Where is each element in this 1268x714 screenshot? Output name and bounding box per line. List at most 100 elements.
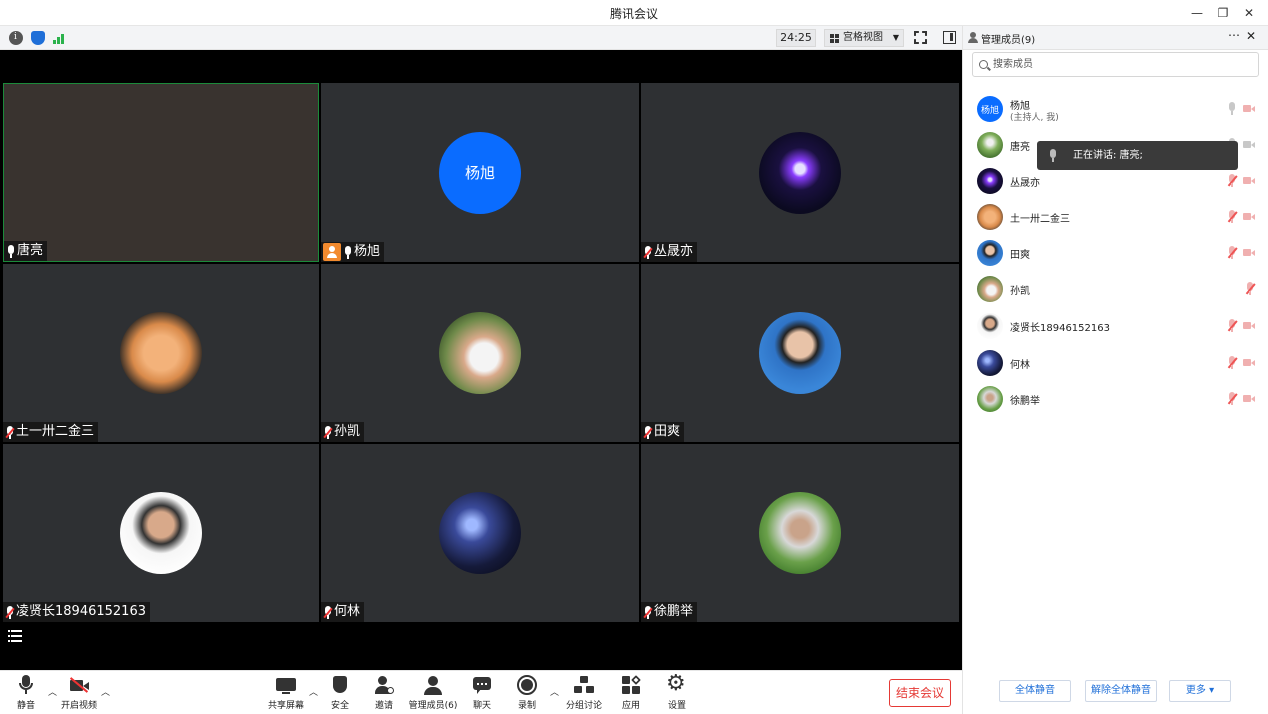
restore-button[interactable]: ❐ (1210, 0, 1236, 26)
video-tile[interactable]: 唐亮 (3, 83, 319, 262)
apps-button[interactable]: 应用 (607, 675, 655, 711)
avatar (759, 131, 841, 214)
member-name: 丛晟亦 (1010, 178, 1040, 189)
security-shield-icon[interactable] (31, 31, 45, 45)
member-item[interactable]: 田爽 (977, 238, 1267, 268)
video-off-icon[interactable] (1243, 176, 1255, 185)
participant-namebar: 杨旭 (321, 242, 385, 262)
list-icon[interactable] (8, 630, 24, 642)
participant-namebar: 丛晟亦 (641, 242, 698, 262)
minimize-button[interactable]: — (1184, 0, 1210, 26)
member-item[interactable]: 孙凯 (977, 274, 1267, 304)
close-panel-icon[interactable]: ✕ (1246, 29, 1256, 43)
video-tile[interactable]: 孙凯 (321, 264, 639, 442)
video-off-icon[interactable] (1243, 394, 1255, 403)
video-off-icon[interactable] (1243, 321, 1255, 330)
search-members-input[interactable]: 搜索成员 (972, 52, 1259, 77)
record-label: 录制 (517, 701, 536, 711)
video-tile[interactable]: 土一卅二金三 (3, 264, 319, 442)
participant-name: 凌贤长18946152163 (16, 604, 146, 619)
manage-members-button[interactable]: 管理成员(6) (408, 675, 458, 711)
member-item[interactable]: 土一卅二金三 (977, 202, 1267, 232)
record-options-chevron-icon[interactable]: ︿ (550, 685, 559, 698)
video-off-icon[interactable] (1243, 140, 1255, 149)
window-title: 腾讯会议 (609, 7, 658, 21)
participant-name: 唐亮 (17, 243, 44, 258)
member-item[interactable]: 杨旭 杨旭 (主持人, 我) (977, 94, 1267, 124)
invite-button[interactable]: 邀请 (360, 675, 408, 711)
settings-button[interactable]: ⚙ 设置 (653, 671, 701, 711)
avatar (977, 132, 1003, 158)
participant-namebar: 孙凯 (321, 422, 365, 442)
member-item[interactable]: 何林 (977, 348, 1267, 378)
breakout-icon (574, 675, 594, 695)
close-button[interactable]: ✕ (1236, 0, 1262, 26)
mute-button[interactable]: 静音 (2, 675, 50, 711)
member-name: 何林 (1010, 360, 1030, 371)
video-tile[interactable]: 何林 (321, 444, 639, 622)
mic-muted-icon[interactable] (1227, 319, 1238, 332)
participant-namebar: 徐鹏举 (641, 602, 698, 622)
video-off-icon[interactable] (1243, 248, 1255, 257)
invite-label: 邀请 (374, 701, 393, 711)
start-video-button[interactable]: 开启视频 (55, 675, 103, 711)
gear-icon: ⚙ (666, 671, 686, 696)
video-off-icon[interactable] (1243, 212, 1255, 221)
mic-muted-icon[interactable] (1245, 282, 1256, 295)
member-name: 田爽 (1010, 250, 1030, 261)
participant-namebar: 唐亮 (4, 241, 48, 261)
chat-button[interactable]: 聊天 (458, 675, 506, 711)
search-placeholder: 搜索成员 (993, 59, 1033, 70)
more-options-icon[interactable]: ⋯ (1228, 28, 1240, 42)
avatar (120, 312, 202, 394)
more-button[interactable]: 更多 ▾ (1169, 680, 1231, 702)
info-icon[interactable]: i (9, 31, 23, 45)
mic-muted-icon[interactable] (1227, 210, 1238, 223)
window-controls: — ❐ ✕ (1184, 0, 1262, 26)
video-off-icon[interactable] (1243, 358, 1255, 367)
video-tile[interactable]: 凌贤长18946152163 (3, 444, 319, 622)
unmute-all-button[interactable]: 解除全体静音 (1085, 680, 1157, 702)
fullscreen-icon[interactable] (914, 31, 927, 44)
video-options-chevron-icon[interactable]: ︿ (101, 685, 110, 698)
mic-muted-icon[interactable] (1227, 174, 1238, 187)
video-off-icon (69, 675, 89, 695)
view-selector[interactable]: 宫格视图 ▼ (824, 29, 904, 47)
mic-icon (343, 245, 353, 259)
breakout-rooms-label: 分组讨论 (565, 701, 602, 711)
video-tile[interactable]: 徐鹏举 (641, 444, 959, 622)
person-icon (968, 32, 978, 43)
member-name: 土一卅二金三 (1010, 214, 1070, 225)
sidebar-toggle-icon[interactable] (943, 31, 956, 44)
record-button[interactable]: 录制 (503, 675, 551, 711)
signal-icon[interactable] (53, 32, 67, 44)
mic-muted-icon[interactable] (1227, 356, 1238, 369)
mute-label: 静音 (16, 701, 35, 711)
security-label: 安全 (330, 701, 349, 711)
member-item[interactable]: 丛晟亦 (977, 166, 1267, 196)
mic-muted-icon[interactable] (1227, 392, 1238, 405)
video-off-icon[interactable] (1243, 104, 1255, 113)
mute-all-button[interactable]: 全体静音 (999, 680, 1071, 702)
share-screen-button[interactable]: 共享屏幕 (262, 675, 310, 711)
end-meeting-button[interactable]: 结束会议 (889, 679, 951, 707)
member-item[interactable]: 徐鹏举 (977, 384, 1267, 414)
member-role: (主持人, 我) (1010, 113, 1059, 123)
video-tile[interactable]: 杨旭 杨旭 (321, 83, 639, 262)
members-panel-title: 管理成员(9) (981, 35, 1036, 46)
mic-muted-icon (643, 245, 653, 259)
member-item[interactable]: 凌贤长18946152163 (977, 311, 1267, 341)
member-name: 孙凯 (1010, 286, 1030, 297)
mic-icon[interactable] (1227, 102, 1237, 115)
participant-name: 田爽 (654, 424, 681, 439)
avatar (977, 350, 1003, 376)
security-button[interactable]: 安全 (316, 675, 364, 711)
mic-muted-icon[interactable] (1227, 246, 1238, 259)
breakout-rooms-button[interactable]: 分组讨论 (560, 675, 608, 711)
avatar (977, 313, 1003, 339)
meeting-info-bar: i 24:25 宫格视图 ▼ (0, 26, 962, 50)
video-tile[interactable]: 丛晟亦 (641, 83, 959, 262)
member-name: 徐鹏举 (1010, 396, 1040, 407)
participant-name: 丛晟亦 (654, 244, 694, 259)
video-tile[interactable]: 田爽 (641, 264, 959, 442)
